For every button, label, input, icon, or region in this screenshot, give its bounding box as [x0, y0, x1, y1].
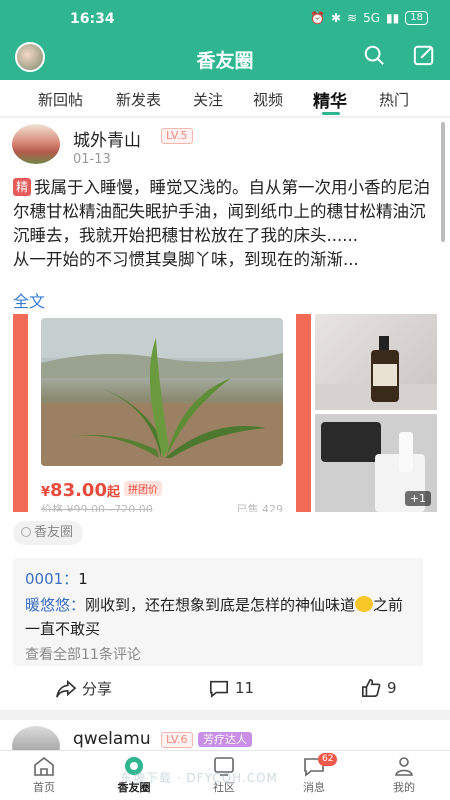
user-level-badge: LV.5 — [161, 128, 193, 144]
tab-following[interactable]: 关注 — [193, 89, 223, 110]
tab-videos[interactable]: 视频 — [253, 89, 283, 110]
post-image-3[interactable]: +1 — [315, 414, 437, 512]
view-all-comments-link[interactable]: 查看全部11条评论 — [25, 644, 141, 664]
alarm-icon: ⏰ — [310, 11, 325, 25]
battery-icon: 18 — [405, 11, 428, 25]
user-level-badge: LV.6 — [161, 732, 193, 748]
like-button[interactable]: 9 — [360, 678, 397, 698]
status-icons: ⏰ ✱ ≋ 5G ▮▮ 18 — [310, 11, 428, 25]
essence-badge: 精 — [13, 178, 32, 196]
nav-messages[interactable]: 消息 62 — [284, 753, 344, 795]
sold-count: 已售 429 — [236, 503, 284, 512]
original-price: 价格 ¥99.00~720.00 — [41, 503, 153, 512]
post-text-continued: 从一开始的不习惯其臭脚丫味，到现在的渐渐... — [13, 250, 359, 269]
tab-new-posts[interactable]: 新发表 — [116, 89, 161, 110]
post-date: 01-13 — [73, 152, 111, 167]
user-title-badge: 芳疗达人 — [198, 732, 252, 747]
bottom-nav: 首页 香友圈 社区 消息 62 我的 东坡下载 · DFYCQH.COM — [0, 750, 450, 800]
product-price: ¥83.00起 拼团价 — [41, 480, 162, 501]
topic-icon — [21, 527, 31, 537]
active-tab-indicator — [322, 112, 340, 115]
comment-author[interactable]: 0001： — [25, 570, 78, 588]
nav-home[interactable]: 首页 — [14, 755, 74, 795]
comment-item: 0001：1 — [25, 570, 88, 588]
post-author-name[interactable]: 城外青山 — [73, 126, 141, 151]
post-body[interactable]: 精我属于入睡慢，睡觉又浅的。自从第一次用小香的尼泊尔穗甘松精油配失眠护手油，闻到… — [13, 176, 440, 272]
unread-badge: 62 — [318, 753, 338, 766]
signal-icon: ▮▮ — [386, 11, 400, 25]
full-text-link[interactable]: 全文 — [13, 288, 45, 312]
status-bar: 16:34 ⏰ ✱ ≋ 5G ▮▮ 18 — [0, 0, 450, 38]
network-icon: 5G — [363, 11, 381, 25]
wifi-icon: ≋ — [347, 11, 358, 25]
scrollbar[interactable] — [441, 122, 445, 242]
more-images-badge: +1 — [404, 491, 431, 506]
home-icon — [34, 756, 54, 776]
post-author-avatar[interactable] — [12, 124, 60, 164]
search-icon[interactable] — [363, 44, 385, 66]
bluetooth-icon: ✱ — [330, 11, 342, 25]
status-time: 16:34 — [70, 11, 115, 27]
topic-chip[interactable]: 香友圈 — [13, 521, 84, 545]
post-image-2[interactable] — [315, 314, 437, 410]
next-post-card[interactable]: qwelamu LV.6 芳疗达人 — [0, 720, 450, 750]
post-author-avatar[interactable] — [12, 726, 60, 750]
app-header: 16:34 ⏰ ✱ ≋ 5G ▮▮ 18 香友圈 — [0, 0, 450, 80]
comment-author[interactable]: 暖悠悠： — [25, 596, 85, 614]
comment-button[interactable]: 11 — [208, 678, 254, 698]
nav-profile[interactable]: 我的 — [374, 755, 434, 795]
compose-icon[interactable] — [413, 44, 435, 66]
comment-icon — [210, 680, 228, 698]
product-image[interactable]: ¥83.00起 拼团价 价格 ¥99.00~720.00 已售 429 — [13, 314, 311, 512]
post-author-name[interactable]: qwelamu — [73, 729, 151, 749]
share-icon — [56, 679, 77, 698]
post-actions: 分享 11 9 — [0, 670, 450, 708]
comment-preview[interactable]: 0001：1 暖悠悠：刚收到，还在想象到底是怎样的神仙味道 之前一直不敢买 查看全… — [13, 558, 423, 666]
profile-icon — [395, 757, 413, 776]
plant-photo — [41, 318, 283, 466]
thumbs-up-icon — [362, 678, 381, 697]
tab-essence[interactable]: 精华 — [313, 87, 347, 112]
watermark: 东坡下载 · DFYCQH.COM — [120, 771, 278, 785]
post-card[interactable]: 城外青山 LV.5 01-13 精我属于入睡慢，睡觉又浅的。自从第一次用小香的尼… — [0, 118, 450, 710]
tab-bar: 新回帖 新发表 关注 视频 精华 热门 — [0, 80, 450, 117]
group-price-tag: 拼团价 — [124, 481, 162, 496]
comment-item: 暖悠悠：刚收到，还在想象到底是怎样的神仙味道 之前一直不敢买 — [25, 596, 404, 638]
tab-new-replies[interactable]: 新回帖 — [38, 89, 83, 110]
top-bar: 香友圈 — [0, 38, 450, 80]
share-button[interactable]: 分享 — [55, 678, 112, 699]
emoji-icon — [355, 596, 374, 612]
tab-hot[interactable]: 热门 — [379, 89, 409, 110]
post-text: 我属于入睡慢，睡觉又浅的。自从第一次用小香的尼泊尔穗甘松精油配失眠护手油，闻到纸… — [13, 178, 431, 245]
